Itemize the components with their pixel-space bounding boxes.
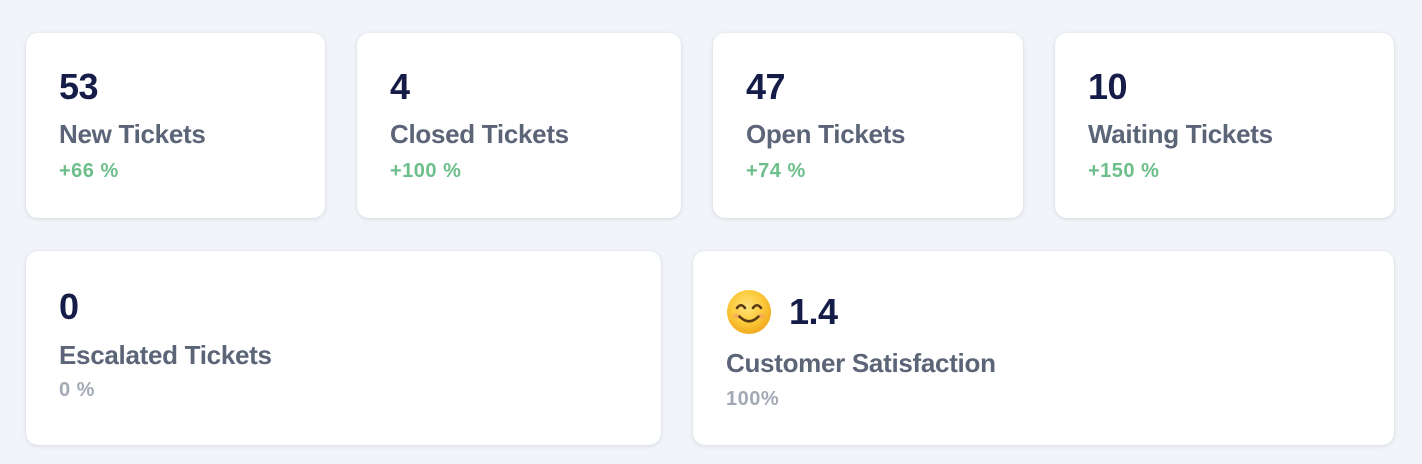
escalated-tickets-label: Escalated Tickets (59, 340, 272, 370)
escalated-tickets-card: 0 Escalated Tickets 0 % (26, 251, 661, 445)
escalated-tickets-value: 0 (59, 286, 79, 327)
open-tickets-label: Open Tickets (746, 119, 906, 149)
waiting-tickets-change: +150 % (1088, 160, 1160, 182)
open-tickets-value: 47 (746, 66, 786, 107)
new-tickets-value: 53 (59, 66, 99, 107)
waiting-tickets-card: 10 Waiting Tickets +150 % (1055, 33, 1394, 218)
closed-tickets-card: 4 Closed Tickets +100 % (357, 33, 681, 218)
closed-tickets-label: Closed Tickets (390, 119, 569, 149)
customer-satisfaction-change: 100% (726, 388, 780, 410)
new-tickets-card: 53 New Tickets +66 % (26, 33, 325, 218)
new-tickets-change: +66 % (59, 160, 119, 182)
customer-satisfaction-value: 1.4 (789, 291, 838, 332)
customer-satisfaction-label: Customer Satisfaction (726, 348, 996, 378)
closed-tickets-value: 4 (390, 66, 410, 107)
escalated-tickets-change: 0 % (59, 379, 95, 401)
waiting-tickets-label: Waiting Tickets (1088, 119, 1273, 149)
customer-satisfaction-score-row: 1.4 (726, 289, 838, 335)
closed-tickets-change: +100 % (390, 160, 462, 182)
waiting-tickets-value: 10 (1088, 66, 1128, 107)
new-tickets-label: New Tickets (59, 119, 206, 149)
open-tickets-card: 47 Open Tickets +74 % (713, 33, 1023, 218)
smiling-face-icon (727, 290, 771, 334)
customer-satisfaction-card: 1.4 Customer Satisfaction 100% (693, 251, 1394, 445)
open-tickets-change: +74 % (746, 160, 806, 182)
